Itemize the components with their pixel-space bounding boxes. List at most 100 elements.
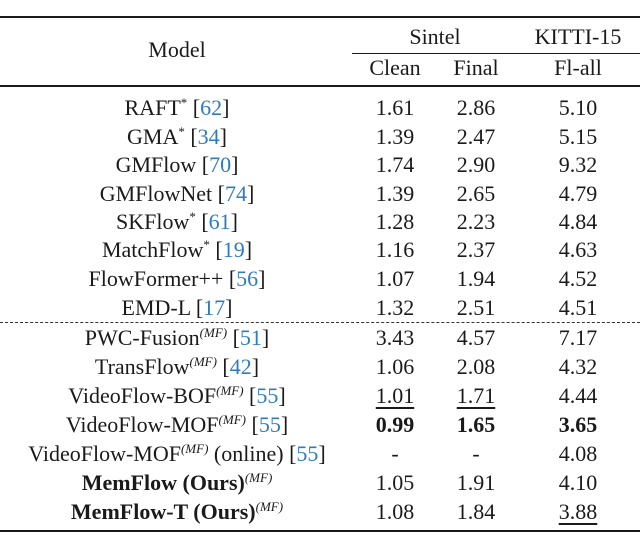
value-clean: 3.43 <box>376 323 415 352</box>
model-name-cell: MatchFlow* [19] <box>101 237 253 262</box>
citation-link[interactable]: 34 <box>198 124 220 149</box>
model-superscript: * <box>180 95 188 110</box>
value-flall: 4.32 <box>559 352 598 381</box>
top-rule <box>0 16 640 18</box>
value-text: 2.37 <box>456 237 496 262</box>
value-final: 2.37 <box>457 235 496 264</box>
citation-link[interactable]: 19 <box>223 237 245 262</box>
value-text: 2.51 <box>456 295 496 320</box>
model-name-cell: MemFlow-T (Ours)(MF) <box>71 497 283 526</box>
value-text: 4.57 <box>456 325 496 350</box>
model-name-cell: GMFlowNet [74] <box>99 181 255 206</box>
value-final: 2.23 <box>457 207 496 236</box>
model-name-cell: SKFlow* [61] <box>115 209 239 234</box>
table-row: GMFlowNet [74] 1.39 2.65 4.79 <box>0 179 640 208</box>
value-text: 5.15 <box>558 124 598 149</box>
table-row: VideoFlow-MOF(MF) [55] 0.99 1.65 3.65 <box>0 410 640 439</box>
model-suffix: (online) <box>208 441 284 466</box>
value-clean: 1.01 <box>376 381 415 410</box>
citation-link[interactable]: 51 <box>240 325 262 350</box>
table-row: MemFlow-T (Ours)(MF) 1.08 1.84 3.88 <box>0 497 640 526</box>
citation-link[interactable]: 42 <box>230 354 252 379</box>
value-final: 2.86 <box>457 93 496 122</box>
value-text: 5.10 <box>558 95 598 120</box>
model-superscript: (MF) <box>199 325 228 340</box>
value-clean: 1.32 <box>376 293 415 322</box>
value-text: 4.84 <box>558 209 598 234</box>
value-flall: 4.10 <box>559 468 598 497</box>
citation-link[interactable]: 55 <box>296 441 318 466</box>
citation-link[interactable]: 70 <box>209 152 231 177</box>
citation-link[interactable]: 55 <box>259 412 281 437</box>
value-text: 3.65 <box>558 412 598 437</box>
table-row: VideoFlow-MOF(MF) (online) [55] - - 4.08 <box>0 439 640 468</box>
model-name-cell: RAFT* [62] <box>124 95 230 120</box>
value-clean: 0.99 <box>376 410 415 439</box>
model-name-cell: FlowFormer++ [56] <box>88 266 266 291</box>
citation-link[interactable]: 56 <box>236 266 258 291</box>
value-clean: 1.07 <box>376 264 415 293</box>
header-cmid-rule <box>352 53 640 54</box>
model-superscript: * <box>178 124 185 139</box>
value-text: 1.39 <box>375 181 415 206</box>
value-flall: 5.10 <box>559 93 598 122</box>
value-text: 1.28 <box>375 209 415 234</box>
table-row: EMD-L [17] 1.32 2.51 4.51 <box>0 293 640 322</box>
value-final: 2.51 <box>457 293 496 322</box>
value-flall: 4.52 <box>559 264 598 293</box>
value-text: 4.79 <box>558 181 598 206</box>
value-flall: 4.44 <box>559 381 598 410</box>
value-text: 1.06 <box>375 354 415 379</box>
value-flall: 4.63 <box>559 235 598 264</box>
model-superscript: (MF) <box>218 412 246 427</box>
value-clean: 1.05 <box>376 468 415 497</box>
value-text: 2.65 <box>456 181 496 206</box>
header-model: Model <box>148 37 206 62</box>
citation-link[interactable]: 62 <box>200 95 222 120</box>
value-text: 3.88 <box>558 499 598 524</box>
value-final: 2.65 <box>457 179 496 208</box>
value-text: 1.32 <box>375 295 415 320</box>
value-final: 1.84 <box>457 497 496 526</box>
table-row: VideoFlow-BOF(MF) [55] 1.01 1.71 4.44 <box>0 381 640 410</box>
table-row: GMFlow [70] 1.74 2.90 9.32 <box>0 150 640 179</box>
value-final: 1.91 <box>457 468 496 497</box>
model-name-cell: MemFlow (Ours)(MF) <box>82 468 273 497</box>
model-name-cell: VideoFlow-MOF(MF) (online) [55] <box>28 441 326 466</box>
value-text: 1.39 <box>375 124 415 149</box>
dashed-separator <box>0 322 640 323</box>
header-final: Final <box>453 55 499 80</box>
value-text: 2.90 <box>456 152 496 177</box>
model-superscript: (MF) <box>189 354 217 369</box>
table-row: MatchFlow* [19] 1.16 2.37 4.63 <box>0 235 640 264</box>
value-clean: 1.61 <box>376 93 415 122</box>
model-superscript: (MF) <box>216 383 244 398</box>
value-final: 1.94 <box>457 264 496 293</box>
value-clean: 1.06 <box>376 352 415 381</box>
value-text: 7.17 <box>558 325 598 350</box>
value-text: 1.61 <box>375 95 415 120</box>
value-flall: 4.08 <box>559 439 598 468</box>
value-text: 1.74 <box>375 152 415 177</box>
model-name-cell: GMFlow [70] <box>115 152 239 177</box>
model-superscript: * <box>203 237 210 252</box>
table-row: FlowFormer++ [56] 1.07 1.94 4.52 <box>0 264 640 293</box>
value-text: 3.43 <box>375 325 415 350</box>
citation-link[interactable]: 55 <box>256 383 278 408</box>
value-text: 4.44 <box>558 383 598 408</box>
value-flall: 5.15 <box>559 122 598 151</box>
citation-link[interactable]: 17 <box>203 295 225 320</box>
table-row: SKFlow* [61] 1.28 2.23 4.84 <box>0 207 640 236</box>
citation-link[interactable]: 61 <box>209 209 231 234</box>
value-flall: 4.51 <box>559 293 598 322</box>
citation-link[interactable]: 74 <box>225 181 247 206</box>
value-clean: 1.39 <box>376 122 415 151</box>
value-text: 1.91 <box>456 470 496 495</box>
model-name: MemFlow (Ours) <box>81 470 245 495</box>
value-final: - <box>472 439 479 468</box>
value-text: 9.32 <box>558 152 598 177</box>
model-name-cell: PWC-Fusion(MF) [51] <box>84 325 270 350</box>
table-row: GMA* [34] 1.39 2.47 5.15 <box>0 122 640 151</box>
table-row: MemFlow (Ours)(MF) 1.05 1.91 4.10 <box>0 468 640 497</box>
value-text: 2.08 <box>456 354 496 379</box>
